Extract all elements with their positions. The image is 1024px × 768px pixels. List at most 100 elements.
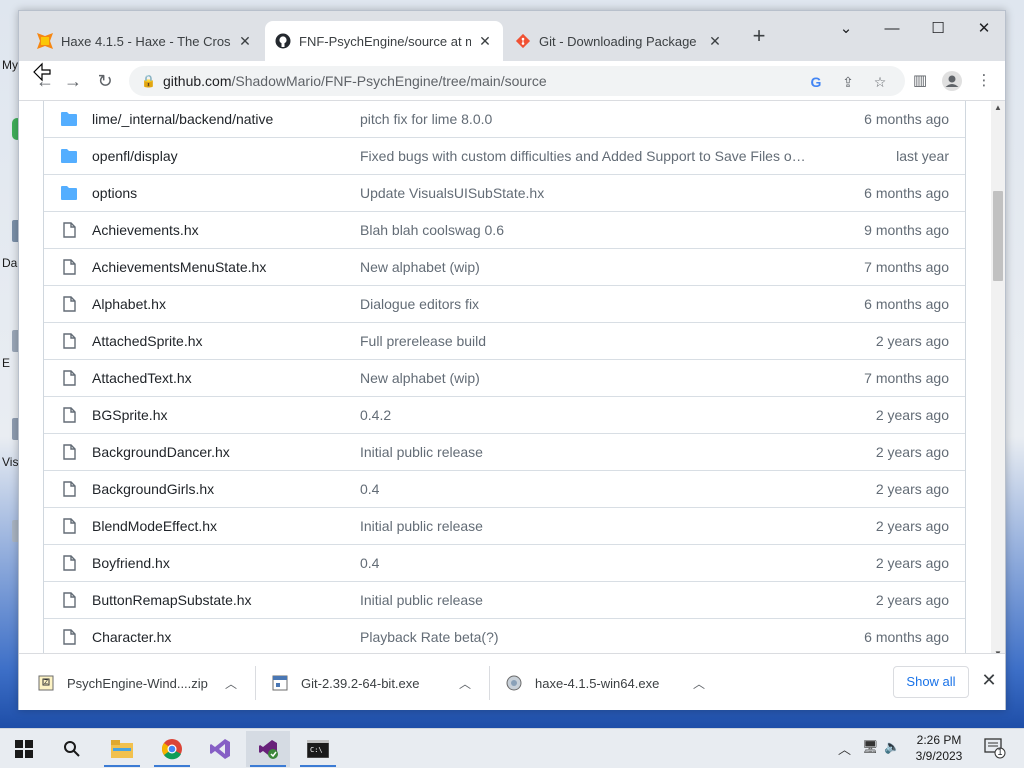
commit-message-link[interactable]: pitch fix for lime 8.0.0 — [360, 111, 492, 127]
tab-search-button[interactable]: ⌄ — [823, 15, 869, 45]
commit-message-link[interactable]: Fixed bugs with custom difficulties and … — [360, 148, 806, 164]
file-row[interactable]: Alphabet.hx Dialogue editors fix 6 months … — [44, 286, 965, 323]
file-row[interactable]: BGSprite.hx 0.4.2 2 years ago — [44, 397, 965, 434]
file-row[interactable]: BackgroundDancer.hx Initial public releas… — [44, 434, 965, 471]
file-name-link[interactable]: Achievements.hx — [92, 222, 199, 238]
minimize-button[interactable]: — — [869, 15, 915, 45]
file-name-link[interactable]: Character.hx — [92, 629, 171, 645]
svg-text:Z: Z — [44, 679, 48, 686]
file-row[interactable]: AttachedSprite.hx Full prerelease build 2 … — [44, 323, 965, 360]
directory-row[interactable]: openfl/display Fixed bugs with custom dif… — [44, 138, 965, 175]
file-icon — [60, 407, 78, 423]
clock[interactable]: 2:26 PM 3/9/2023 — [900, 732, 978, 764]
share-icon[interactable]: ⇪ — [837, 71, 859, 93]
commit-message-link[interactable]: Initial public release — [360, 518, 483, 534]
commit-message-link[interactable]: New alphabet (wip) — [360, 259, 480, 275]
commit-age: 2 years ago — [875, 407, 949, 423]
volume-icon[interactable]: 🔈 — [884, 739, 900, 755]
side-panel-icon[interactable]: ▥ — [909, 71, 931, 93]
commit-message-link[interactable]: 0.4.2 — [360, 407, 391, 423]
directory-row[interactable]: lime/_internal/backend/native pitch fix f… — [44, 101, 965, 138]
forward-button[interactable]: → — [59, 67, 87, 95]
commit-message-link[interactable]: Full prerelease build — [360, 333, 486, 349]
chevron-up-icon[interactable]: ︿ — [457, 675, 473, 692]
visual-studio-installer-button[interactable] — [246, 731, 290, 767]
file-name-link[interactable]: options — [92, 185, 137, 201]
file-row[interactable]: AchievementsMenuState.hx New alphabet (wi… — [44, 249, 965, 286]
maximize-button[interactable]: ☐ — [915, 15, 961, 45]
commit-message-link[interactable]: Dialogue editors fix — [360, 296, 479, 312]
chevron-up-icon[interactable]: ︿ — [223, 675, 239, 692]
commit-message-link[interactable]: Update VisualsUISubState.hx — [360, 185, 544, 201]
close-tab-icon[interactable]: ✕ — [237, 33, 253, 50]
chrome-logo-icon — [162, 739, 182, 760]
scrollbar-thumb[interactable] — [993, 191, 1003, 281]
commit-message-link[interactable]: Initial public release — [360, 592, 483, 608]
file-name-link[interactable]: BackgroundDancer.hx — [92, 444, 230, 460]
tab-github[interactable]: FNF-PsychEngine/source at main ✕ — [265, 21, 503, 61]
google-lens-icon[interactable]: G — [805, 71, 827, 93]
directory-row[interactable]: options Update VisualsUISubState.hx 6 mont… — [44, 175, 965, 212]
commit-age: 2 years ago — [875, 592, 949, 608]
new-tab-button[interactable]: + — [747, 25, 771, 49]
file-row[interactable]: BackgroundGirls.hx 0.4 2 years ago — [44, 471, 965, 508]
commit-message-link[interactable]: Playback Rate beta(?) — [360, 629, 499, 645]
tab-title: FNF-PsychEngine/source at main — [299, 33, 471, 49]
download-item[interactable]: Z PsychEngine-Wind....zip ︿ — [37, 664, 247, 702]
close-tab-icon[interactable]: ✕ — [707, 33, 723, 50]
bookmark-star-icon[interactable]: ☆ — [869, 71, 891, 93]
file-row[interactable]: BlendModeEffect.hx Initial public release… — [44, 508, 965, 545]
desktop-icon-label[interactable]: My — [2, 58, 18, 72]
visual-studio-button[interactable] — [198, 731, 242, 767]
kebab-menu-icon[interactable]: ⋮ — [973, 71, 995, 93]
chrome-button[interactable] — [150, 731, 194, 767]
file-explorer-button[interactable] — [100, 731, 144, 767]
profile-avatar-icon[interactable] — [941, 71, 963, 93]
file-name-link[interactable]: BGSprite.hx — [92, 407, 167, 423]
download-item[interactable]: haxe-4.1.5-win64.exe ︿ — [505, 664, 717, 702]
tab-haxe[interactable]: Haxe 4.1.5 - Haxe - The Cross-platform T… — [27, 21, 263, 61]
file-name-link[interactable]: Alphabet.hx — [92, 296, 166, 312]
file-name-link[interactable]: Boyfriend.hx — [92, 555, 170, 571]
file-name-link[interactable]: lime/_internal/backend/native — [92, 111, 273, 127]
start-button[interactable] — [2, 731, 46, 767]
file-name-link[interactable]: AttachedSprite.hx — [92, 333, 203, 349]
file-row[interactable]: Boyfriend.hx 0.4 2 years ago — [44, 545, 965, 582]
clock-time: 2:26 PM — [916, 733, 962, 747]
commit-message-link[interactable]: 0.4 — [360, 555, 379, 571]
file-row[interactable]: Achievements.hx Blah blah coolswag 0.6 9 m… — [44, 212, 965, 249]
download-item[interactable]: Git-2.39.2-64-bit.exe ︿ — [271, 664, 483, 702]
vertical-scrollbar[interactable]: ▲ ▼ — [991, 101, 1005, 663]
file-name-link[interactable]: AttachedText.hx — [92, 370, 192, 386]
file-row[interactable]: ButtonRemapSubstate.hx Initial public rel… — [44, 582, 965, 619]
tab-git[interactable]: Git - Downloading Package ✕ — [505, 21, 733, 61]
address-bar[interactable]: 🔒 github.com /ShadowMario/FNF-PsychEngin… — [129, 66, 905, 96]
show-all-button[interactable]: Show all — [893, 666, 969, 698]
chevron-up-icon[interactable]: ︿ — [691, 675, 707, 692]
file-name-link[interactable]: BackgroundGirls.hx — [92, 481, 214, 497]
command-prompt-button[interactable]: C:\ — [296, 731, 340, 767]
file-name-link[interactable]: BlendModeEffect.hx — [92, 518, 217, 534]
search-button[interactable] — [50, 731, 94, 767]
lock-icon[interactable]: 🔒 — [141, 74, 156, 88]
desktop-icon-label[interactable]: Vis — [2, 455, 18, 469]
reload-button[interactable]: ↻ — [91, 67, 119, 95]
chevron-up-icon[interactable]: ︿ — [838, 739, 851, 758]
commit-message-link[interactable]: Initial public release — [360, 444, 483, 460]
commit-message-link[interactable]: New alphabet (wip) — [360, 370, 480, 386]
commit-message-link[interactable]: Blah blah coolswag 0.6 — [360, 222, 504, 238]
file-row[interactable]: AttachedText.hx New alphabet (wip) 7 month… — [44, 360, 965, 397]
close-downloads-icon[interactable]: ✕ — [979, 670, 999, 692]
file-name-link[interactable]: AchievementsMenuState.hx — [92, 259, 266, 275]
commit-message-link[interactable]: 0.4 — [360, 481, 379, 497]
file-name-link[interactable]: openfl/display — [92, 148, 178, 164]
desktop-icon-label[interactable]: E — [2, 356, 10, 370]
file-row[interactable]: Character.hx Playback Rate beta(?) 6 month… — [44, 619, 965, 653]
desktop-icon-label[interactable]: Da — [2, 256, 17, 270]
network-icon[interactable]: 🖥 — [862, 739, 879, 755]
file-name-link[interactable]: ButtonRemapSubstate.hx — [92, 592, 252, 608]
scroll-up-icon[interactable]: ▲ — [991, 101, 1005, 115]
notifications-button[interactable]: 1 — [984, 737, 1006, 759]
close-window-button[interactable]: ✕ — [961, 15, 1007, 45]
close-tab-icon[interactable]: ✕ — [477, 33, 493, 50]
